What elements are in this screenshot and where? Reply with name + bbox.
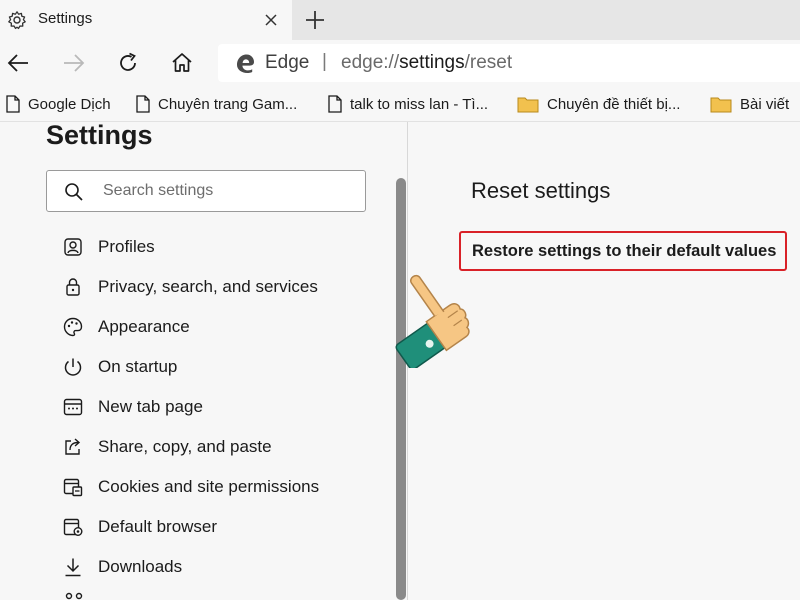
sidebar-item-label: Cookies and site permissions [98,477,320,496]
bookmark-label: Google Dịch [28,95,111,113]
close-icon[interactable] [263,12,279,28]
sidebar-item-default-browser[interactable]: Default browser [60,507,390,547]
page-icon [328,95,342,113]
sidebar-item-label: Default browser [98,517,218,536]
bookmark-label: Chuyên trang Gam... [158,95,298,113]
sidebar-item-profiles[interactable]: Profiles [60,227,390,267]
url-text[interactable]: edge://settings/reset [341,52,512,74]
edge-logo-icon [237,54,254,73]
download-icon [65,558,81,577]
sidebar-item-on-startup[interactable]: On startup [60,347,390,387]
gear-icon [8,11,26,30]
sidebar-scrollbar[interactable] [396,178,406,600]
search-input[interactable]: Search settings [46,170,366,212]
address-bar[interactable]: Edge | edge://settings/reset [218,44,800,82]
page-icon [6,95,20,113]
back-arrow-icon[interactable] [6,52,30,74]
folder-icon [517,97,539,113]
share-icon [65,438,81,455]
family-icon [65,592,83,600]
bookmark-label: Chuyên đề thiết bị... [547,95,681,113]
cookies-icon [63,478,83,497]
home-icon[interactable] [170,51,194,75]
url-path: /reset [464,52,513,73]
power-icon [64,358,82,376]
sidebar-item-label: On startup [98,357,178,376]
edge-brand-label: Edge [265,52,310,73]
search-icon [65,183,83,201]
sidebar-item-cookies[interactable]: Cookies and site permissions [60,467,390,507]
page-icon [136,95,150,113]
lock-icon [66,278,80,296]
sidebar-item-label: New tab page [98,397,203,416]
sidebar-item-downloads[interactable]: Downloads [60,547,390,587]
address-separator: | [322,51,327,72]
profile-icon [64,238,82,256]
palette-icon [63,317,83,337]
bookmark-item[interactable]: Google Dịch [6,86,111,122]
bookmarks-bar: Google Dịch Chuyên trang Gam... talk to … [0,86,800,122]
sidebar-item-appearance[interactable]: Appearance [60,307,390,347]
new-tab-plus-icon[interactable] [304,9,326,31]
tab-settings[interactable]: Settings [0,0,292,40]
search-placeholder: Search settings [103,182,214,199]
sidebar-item-label: Profiles [98,237,155,256]
sidebar-item-label: Privacy, search, and services [98,277,318,296]
sidebar-item-label: Share, copy, and paste [98,437,272,456]
forward-arrow-icon[interactable] [62,52,86,74]
sidebar-item-label: Downloads [98,557,183,576]
pointing-hand-icon [395,274,470,368]
bookmark-item[interactable]: Chuyên trang Gam... [136,86,297,122]
tab-strip: Settings [0,0,800,40]
page-title: Settings [46,122,153,150]
section-title: Reset settings [471,178,611,203]
browser-icon [63,518,83,536]
settings-sidebar: Settings Search settings Profiles Privac… [0,122,408,600]
bookmark-item[interactable]: Chuyên đề thiết bị... [517,86,680,122]
bookmark-item[interactable]: Bài viết [710,86,789,122]
refresh-icon[interactable] [116,51,140,75]
restore-defaults-label: Restore settings to their default values [472,242,777,260]
bookmark-label: Bài viết [740,95,790,113]
url-scheme: edge:// [341,52,400,73]
folder-icon [710,97,732,113]
url-host: settings [399,52,465,73]
bookmark-label: talk to miss lan - Tì... [350,95,489,113]
new-tab-icon [63,398,83,416]
restore-defaults-button[interactable]: Restore settings to their default values [459,231,787,271]
sidebar-item-label: Appearance [98,317,190,336]
tab-title: Settings [38,10,93,27]
sidebar-item-privacy[interactable]: Privacy, search, and services [60,267,390,307]
sidebar-item-new-tab-page[interactable]: New tab page [60,387,390,427]
bookmark-item[interactable]: talk to miss lan - Tì... [328,86,488,122]
sidebar-item-share-copy-paste[interactable]: Share, copy, and paste [60,427,390,467]
